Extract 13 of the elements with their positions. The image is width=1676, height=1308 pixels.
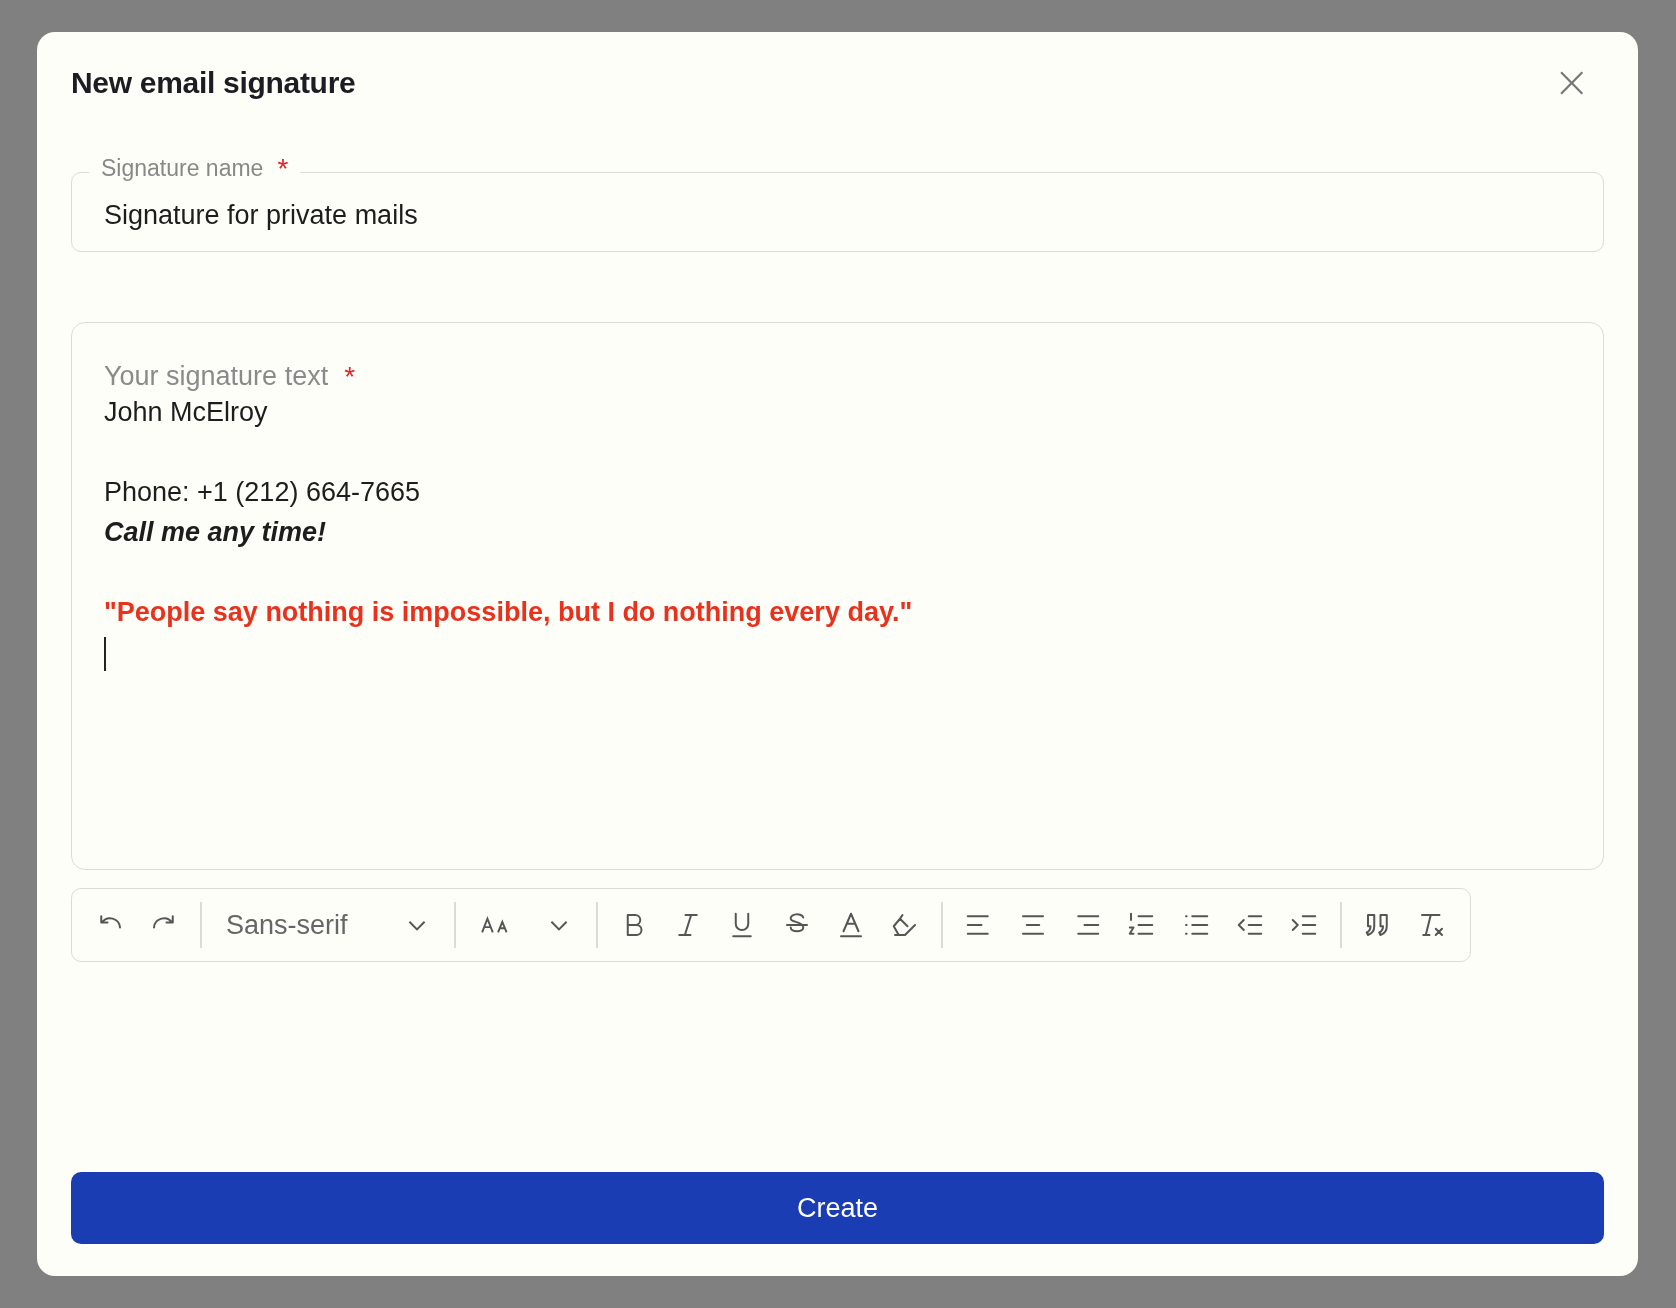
font-family-dropdown[interactable]: Sans-serif xyxy=(213,909,443,941)
signature-editor[interactable]: Your signature text * John McElroy Phone: +1 (212) 664-7665 Call me any time! "People say nothing is impossible, but I do nothing every day." xyxy=(71,322,1604,870)
field-value: Signature for private mails xyxy=(104,199,418,231)
text-caret xyxy=(104,636,106,671)
editor-label: Your signature text xyxy=(104,361,329,392)
signature-line: John McElroy xyxy=(104,396,269,429)
signature-line: Call me any time! xyxy=(104,516,328,549)
signature-line: Phone: +1 (212) 664-7665 xyxy=(104,476,421,509)
dialog-title: New email signature xyxy=(71,66,356,100)
create-button[interactable]: Create xyxy=(71,1172,1604,1244)
required-mark: * xyxy=(344,363,356,390)
close-button[interactable]: × xyxy=(1539,62,1604,102)
signature-quote: "People say nothing is impossible, but I do nothing every day." xyxy=(104,596,914,629)
